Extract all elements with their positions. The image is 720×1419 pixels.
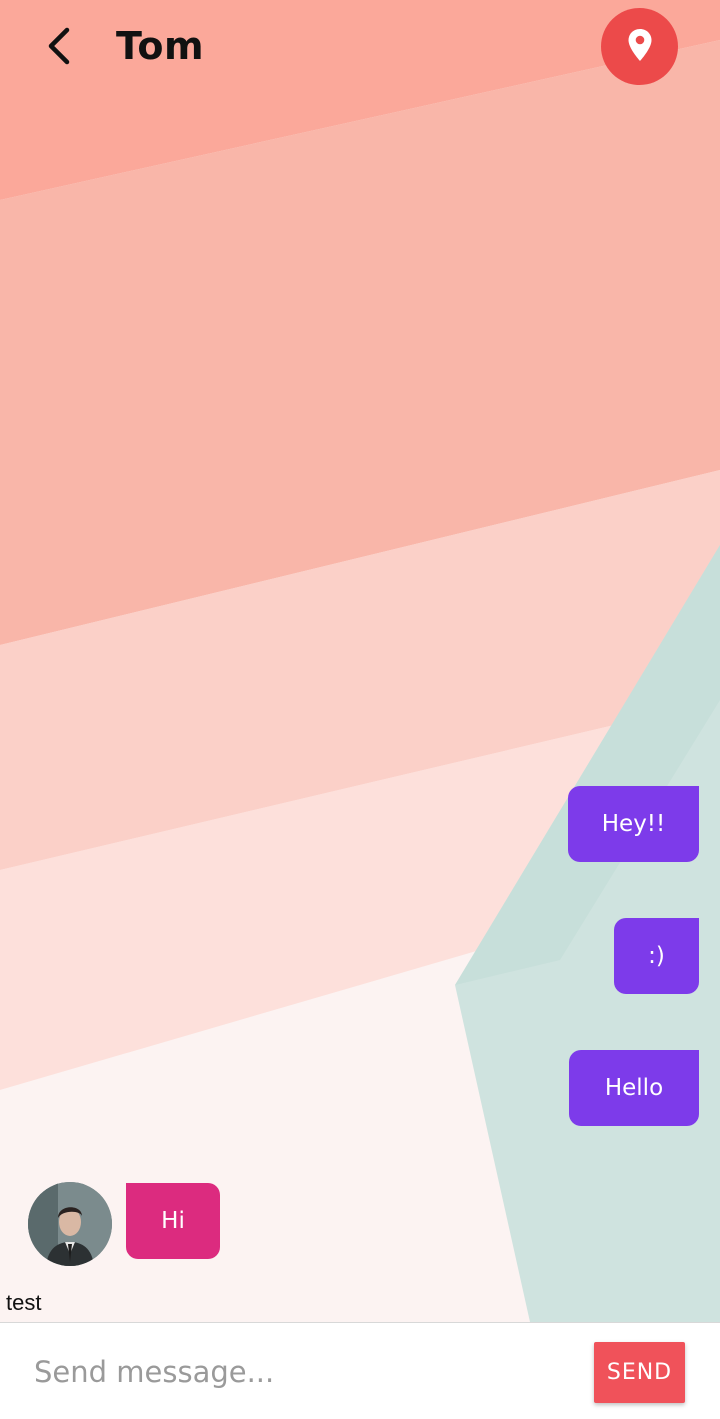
message-text: Hello	[604, 1075, 664, 1101]
sender-label: test	[6, 1290, 42, 1315]
share-location-button[interactable]	[601, 8, 678, 85]
outgoing-message-bubble[interactable]: Hey!!	[568, 786, 699, 862]
incoming-message-bubble[interactable]: Hi	[126, 1183, 220, 1259]
message-input[interactable]	[20, 1337, 570, 1407]
message-text: Hey!!	[601, 811, 666, 837]
message-text: :)	[648, 943, 665, 969]
avatar[interactable]	[28, 1182, 112, 1266]
chat-header: Tom	[0, 0, 720, 96]
outgoing-message-bubble[interactable]: :)	[614, 918, 699, 994]
message-text: Hi	[161, 1208, 185, 1234]
send-button[interactable]: SEND	[594, 1342, 685, 1403]
outgoing-message-bubble[interactable]: Hello	[569, 1050, 699, 1126]
map-pin-icon	[627, 28, 653, 66]
back-button[interactable]	[30, 20, 86, 76]
page-title: Tom	[116, 24, 205, 68]
chevron-left-icon	[43, 26, 73, 70]
message-composer: SEND	[0, 1322, 720, 1419]
